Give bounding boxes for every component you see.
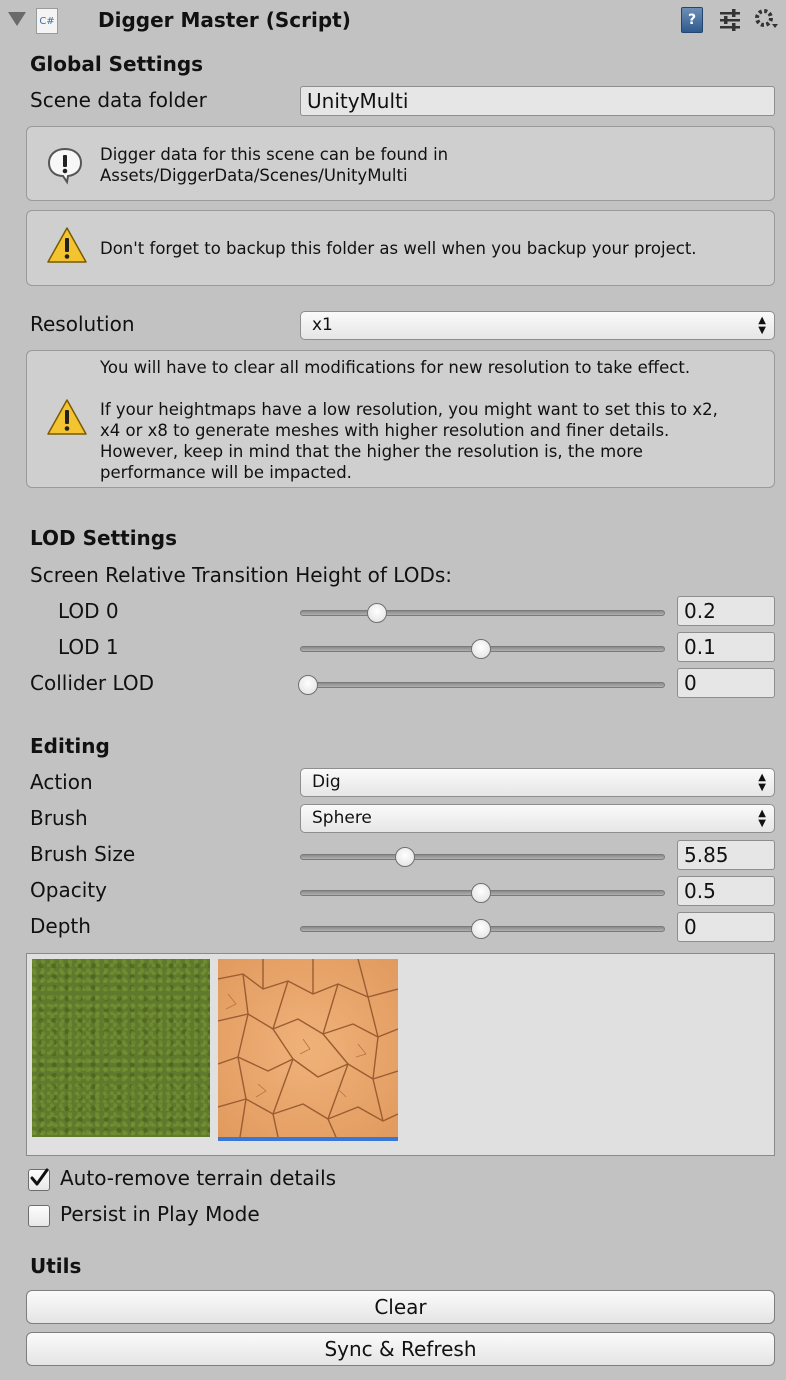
component-header: C# Digger Master (Script) ?	[0, 0, 786, 42]
global-settings-heading: Global Settings	[30, 52, 204, 76]
lod-settings-heading: LOD Settings	[30, 526, 178, 550]
utils-heading: Utils	[30, 1254, 82, 1278]
warning-triangle-icon	[47, 399, 87, 435]
dropdown-arrows-icon: ▲ ▼	[758, 314, 766, 336]
lod0-slider-thumb[interactable]	[367, 603, 387, 623]
lod1-value-field[interactable]: 0.1	[677, 632, 775, 662]
persist-play-mode-label[interactable]: Persist in Play Mode	[60, 1202, 260, 1226]
script-file-icon: C#	[36, 8, 58, 34]
lod1-slider-thumb[interactable]	[471, 639, 491, 659]
info-line-2: Assets/DiggerData/Scenes/UnityMulti	[100, 166, 408, 185]
selected-texture-underline	[218, 1137, 398, 1141]
auto-remove-checkbox[interactable]	[28, 1168, 50, 1191]
clear-button[interactable]: Clear	[26, 1290, 775, 1324]
texture-palette	[26, 953, 775, 1156]
auto-remove-label[interactable]: Auto-remove terrain details	[60, 1166, 336, 1190]
info-helpbox: Digger data for this scene can be found …	[26, 126, 775, 201]
gear-icon[interactable]	[752, 6, 780, 34]
resolution-dropdown[interactable]: x1 ▲ ▼	[300, 311, 775, 340]
warning-triangle-icon	[47, 227, 87, 263]
brush-label: Brush	[30, 806, 88, 830]
info-line-1: Digger data for this scene can be found …	[100, 145, 449, 164]
editing-heading: Editing	[30, 734, 110, 758]
opacity-slider-thumb[interactable]	[471, 883, 491, 903]
info-exclamation-icon	[47, 147, 83, 185]
res-warning-line-2: If your heightmaps have a low resolution…	[100, 400, 718, 419]
res-warning-line-1: You will have to clear all modifications…	[100, 358, 691, 377]
res-warning-line-5: performance will be impacted.	[100, 463, 352, 482]
brush-value: Sphere	[312, 808, 372, 828]
action-label: Action	[30, 770, 93, 794]
brush-size-slider-track[interactable]	[300, 854, 665, 860]
action-value: Dig	[312, 772, 341, 792]
res-warning-line-3: x4 or x8 to generate meshes with higher …	[100, 421, 670, 440]
resolution-value: x1	[312, 315, 333, 335]
collider-lod-slider-thumb[interactable]	[298, 675, 318, 695]
scene-folder-field[interactable]: UnityMulti	[300, 86, 775, 116]
resolution-label: Resolution	[30, 312, 135, 336]
depth-value-field[interactable]: 0	[677, 912, 775, 942]
brush-dropdown[interactable]: Sphere ▲ ▼	[300, 804, 775, 833]
lod1-label: LOD 1	[58, 635, 119, 659]
brush-size-value-field[interactable]: 5.85	[677, 840, 775, 870]
brush-size-slider-thumb[interactable]	[395, 847, 415, 867]
lod0-label: LOD 0	[58, 599, 119, 623]
collider-lod-value-field[interactable]: 0	[677, 668, 775, 698]
lod-subtitle: Screen Relative Transition Height of LOD…	[30, 563, 453, 587]
grass-texture-tile[interactable]	[32, 959, 210, 1137]
action-dropdown[interactable]: Dig ▲ ▼	[300, 768, 775, 797]
resolution-warning-helpbox: You will have to clear all modifications…	[26, 350, 775, 488]
checkmark-icon	[30, 1168, 49, 1186]
sliders-preset-icon[interactable]	[718, 8, 742, 32]
component-title: Digger Master (Script)	[98, 8, 351, 32]
backup-warning-helpbox: Don't forget to backup this folder as we…	[26, 210, 775, 286]
script-badge: C#	[39, 16, 55, 27]
res-warning-line-4: However, keep in mind that the higher th…	[100, 442, 643, 461]
cracked-dirt-texture-tile[interactable]	[218, 959, 398, 1137]
opacity-label: Opacity	[30, 878, 107, 902]
brush-size-label: Brush Size	[30, 842, 136, 866]
persist-play-mode-checkbox[interactable]	[28, 1205, 50, 1227]
collider-lod-label: Collider LOD	[30, 671, 155, 695]
depth-label: Depth	[30, 914, 91, 938]
scene-folder-label: Scene data folder	[30, 88, 207, 112]
lod0-value-field[interactable]: 0.2	[677, 596, 775, 626]
opacity-value-field[interactable]: 0.5	[677, 876, 775, 906]
dropdown-arrows-icon: ▲ ▼	[758, 771, 766, 793]
collider-lod-slider-track[interactable]	[300, 682, 665, 688]
depth-slider-thumb[interactable]	[471, 919, 491, 939]
lod0-slider-track[interactable]	[300, 610, 665, 616]
sync-refresh-button[interactable]: Sync & Refresh	[26, 1332, 775, 1366]
triangle-down-icon[interactable]	[8, 12, 26, 26]
backup-warning-text: Don't forget to backup this folder as we…	[100, 239, 697, 258]
dropdown-arrows-icon: ▲ ▼	[758, 807, 766, 829]
book-help-icon[interactable]: ?	[681, 7, 703, 33]
